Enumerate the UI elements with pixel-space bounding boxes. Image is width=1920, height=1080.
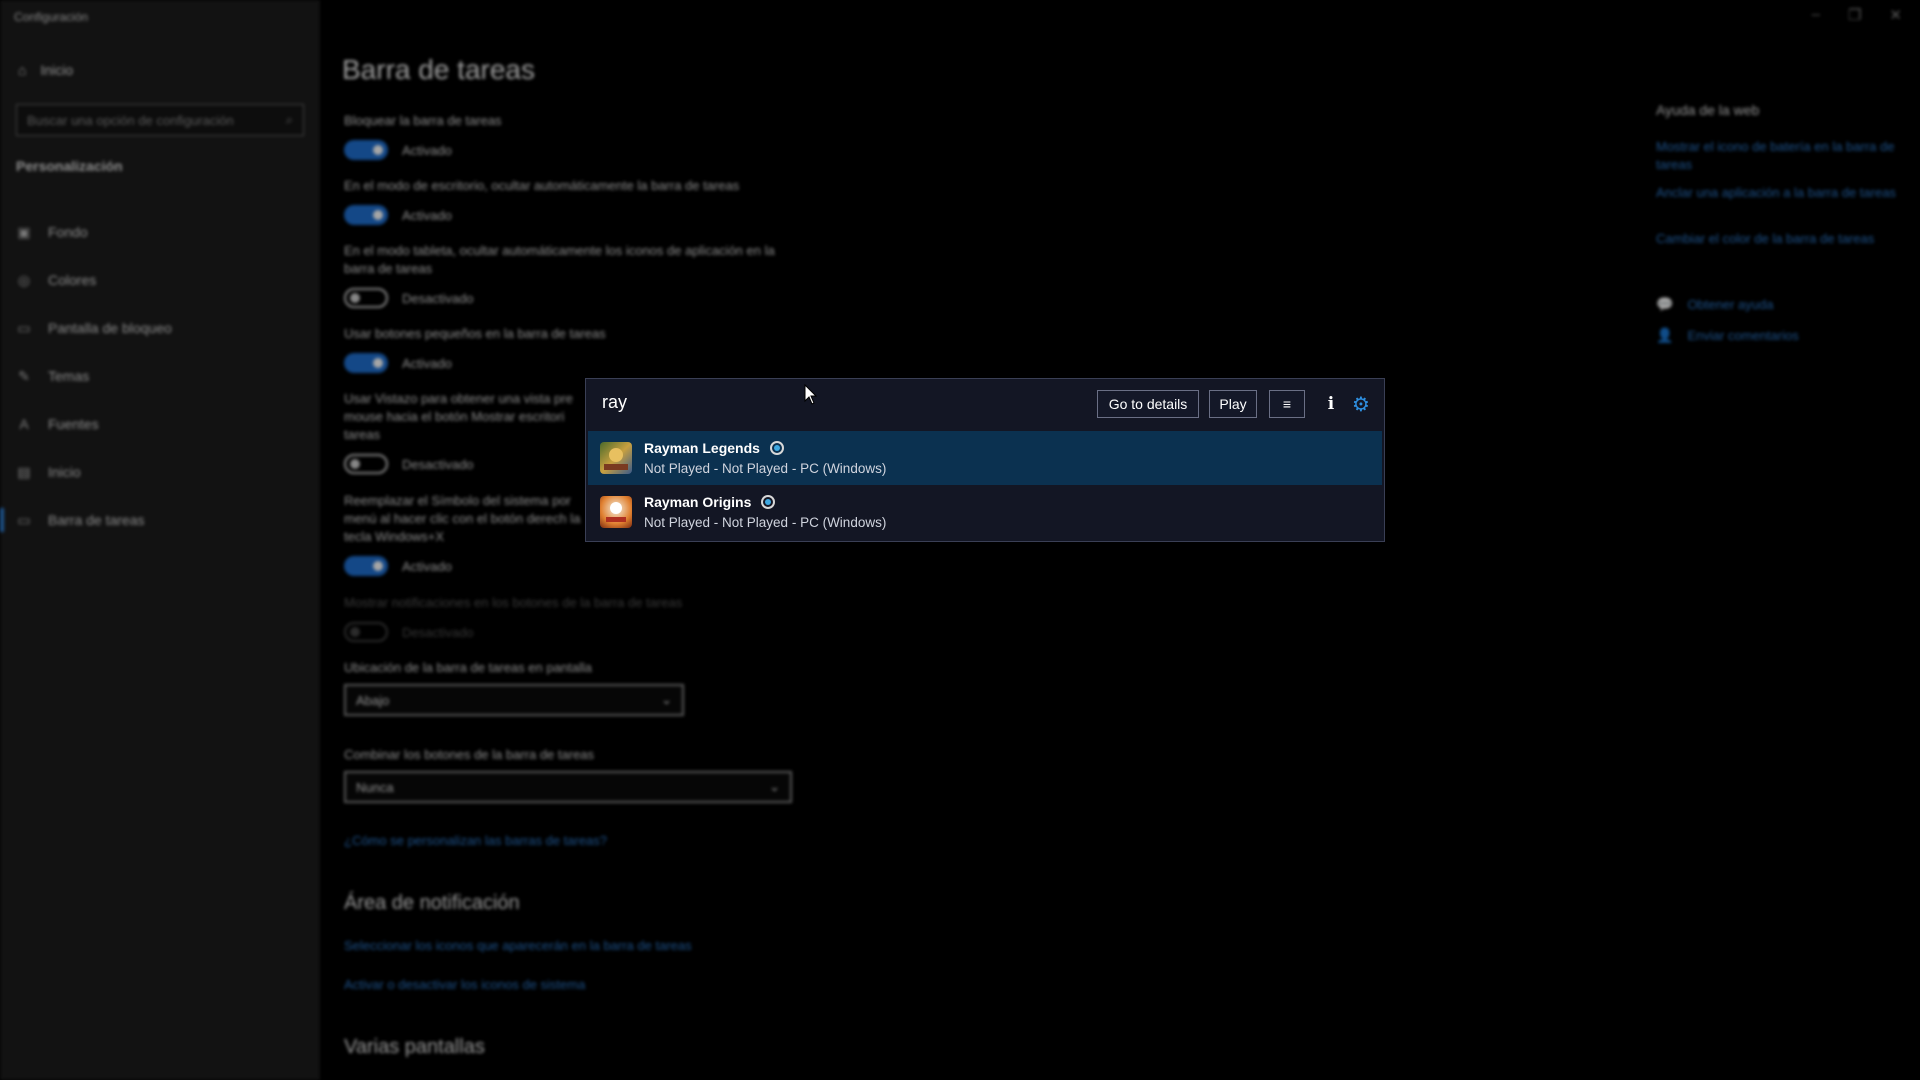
game-search-popup: ray Go to details Play ≡ i ⚙ Rayman Lege… bbox=[585, 378, 1385, 542]
game-cover-art bbox=[604, 448, 628, 470]
gear-icon: ⚙ bbox=[1352, 393, 1370, 416]
result-row[interactable]: Rayman Legends Not Played - Not Played -… bbox=[588, 431, 1382, 485]
screen: Configuración ⌂ Inicio Buscar una opción… bbox=[0, 0, 1920, 1080]
game-cover-art bbox=[606, 502, 626, 522]
settings-button[interactable]: ⚙ bbox=[1349, 390, 1373, 418]
game-title: Rayman Legends bbox=[644, 440, 760, 456]
go-to-details-button[interactable]: Go to details bbox=[1097, 390, 1199, 418]
search-query[interactable]: ray bbox=[602, 392, 627, 413]
play-button[interactable]: Play bbox=[1209, 390, 1257, 418]
menu-icon: ≡ bbox=[1282, 396, 1292, 412]
game-status: Not Played - Not Played - PC (Windows) bbox=[644, 515, 887, 530]
info-button[interactable]: i bbox=[1321, 390, 1341, 418]
library-source-icon bbox=[769, 441, 784, 455]
info-icon: i bbox=[1327, 394, 1335, 414]
popup-header: ray Go to details Play ≡ i ⚙ bbox=[586, 379, 1384, 429]
menu-button[interactable]: ≡ bbox=[1269, 390, 1305, 418]
game-title: Rayman Origins bbox=[644, 494, 752, 510]
game-cover-thumbnail bbox=[600, 496, 632, 528]
result-row[interactable]: Rayman Origins Not Played - Not Played -… bbox=[588, 485, 1382, 539]
library-source-icon bbox=[761, 495, 776, 509]
game-status: Not Played - Not Played - PC (Windows) bbox=[644, 461, 887, 476]
game-cover-thumbnail bbox=[600, 442, 632, 474]
mouse-cursor-icon bbox=[804, 384, 818, 405]
search-results-list: Rayman Legends Not Played - Not Played -… bbox=[588, 431, 1382, 539]
